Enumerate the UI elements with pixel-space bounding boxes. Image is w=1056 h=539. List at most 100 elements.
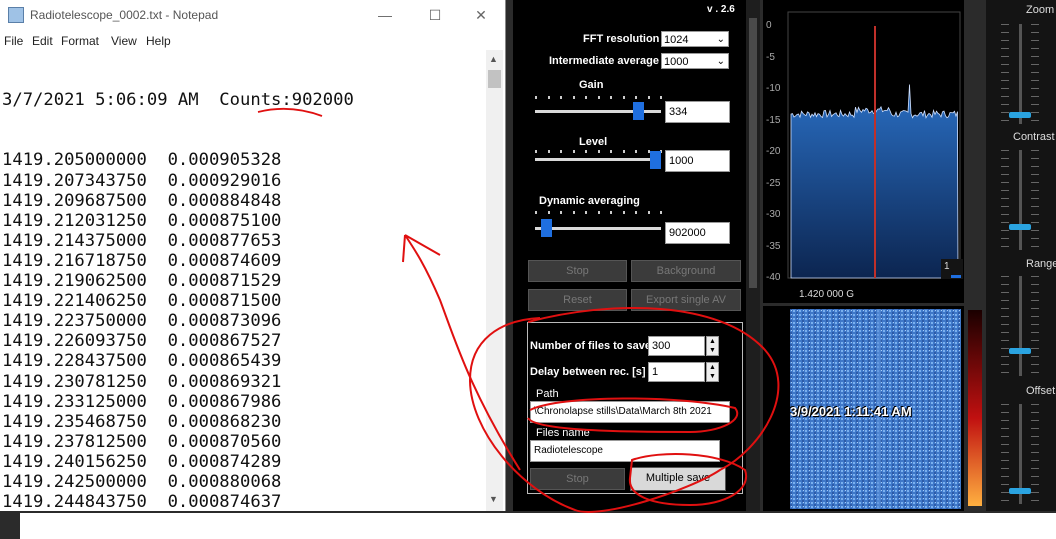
notepad-window: Radiotelescope_0002.txt - Notepad — ☐ ✕ … <box>0 0 506 511</box>
scroll-down-icon[interactable]: ▼ <box>489 494 498 504</box>
slider-tick <box>1001 190 1009 191</box>
maximize-button[interactable]: ☐ <box>420 4 450 26</box>
files-name-label: Files name <box>536 427 590 439</box>
zoom-slider-track[interactable] <box>1019 24 1022 124</box>
gain-ticks <box>535 96 663 102</box>
contrast-slider-track[interactable] <box>1019 150 1022 250</box>
scroll-up-icon[interactable]: ▲ <box>489 54 498 64</box>
slider-tick <box>1001 120 1009 121</box>
taskbar-strip <box>20 513 1056 539</box>
slider-tick <box>1031 112 1039 113</box>
slider-tick <box>1031 332 1039 333</box>
menu-help[interactable]: Help <box>146 34 171 48</box>
slider-tick <box>1031 104 1039 105</box>
spectrum-plot: 0 -5 -10 -15 -20 -25 -30 -35 -40 1.420 000 G 1 <box>763 0 964 303</box>
slider-tick <box>1001 198 1009 199</box>
slider-tick <box>572 150 575 153</box>
dynamic-averaging-value-field[interactable]: 902000 <box>665 222 730 244</box>
slider-tick <box>1031 420 1039 421</box>
slider-tick <box>1001 308 1009 309</box>
notepad-title-bar: Radiotelescope_0002.txt - Notepad — ☐ ✕ <box>0 0 505 30</box>
menu-edit[interactable]: Edit <box>32 34 53 48</box>
files-to-save-stepper[interactable]: ▲ ▼ <box>706 336 719 356</box>
gain-value-field[interactable]: 334 <box>665 101 730 123</box>
stop-button[interactable]: Stop <box>528 260 627 282</box>
files-to-save-field[interactable]: 300 <box>648 336 705 356</box>
slider-tick <box>1031 206 1039 207</box>
slider-tick <box>1001 206 1009 207</box>
slider-tick <box>1001 80 1009 81</box>
dynamic-averaging-slider-thumb[interactable] <box>540 219 552 237</box>
y-tick-label: 0 <box>766 20 772 31</box>
dynamic-averaging-slider-track[interactable] <box>535 227 661 230</box>
chevron-down-icon: ⌄ <box>716 34 725 45</box>
slider-tick <box>535 211 537 214</box>
menu-file[interactable]: File <box>4 34 23 48</box>
files-name-field[interactable]: Radiotelescope <box>530 440 720 462</box>
slider-tick <box>560 150 562 153</box>
path-field[interactable]: \Chronolapse stills\Data\March 8th 2021 <box>530 401 730 423</box>
menu-view[interactable]: View <box>111 34 137 48</box>
intermediate-average-select[interactable]: 1000 ⌄ <box>661 53 729 69</box>
delay-stepper[interactable]: ▲ ▼ <box>706 362 719 382</box>
y-tick-label: -30 <box>766 209 781 220</box>
slider-tick <box>1031 308 1039 309</box>
level-value-field[interactable]: 1000 <box>665 150 730 172</box>
vertical-scrollbar[interactable]: ▲ ▼ <box>486 50 503 511</box>
menu-format[interactable]: Format <box>61 34 99 48</box>
text-line: 1419.205000000 0.000905328 <box>2 150 282 171</box>
text-line: 1419.244843750 0.000874637 <box>2 492 282 511</box>
slider-tick <box>1001 372 1009 373</box>
slider-tick <box>1001 182 1009 183</box>
level-slider-thumb[interactable] <box>650 151 661 169</box>
slider-tick <box>585 211 587 214</box>
slider-tick <box>1001 158 1009 159</box>
slider-tick <box>1001 40 1009 41</box>
level-slider-track[interactable] <box>535 158 661 161</box>
text-line: 1419.237812500 0.000870560 <box>2 431 282 452</box>
scroll-thumb[interactable] <box>488 70 501 88</box>
slider-tick <box>1001 348 1009 349</box>
close-button[interactable]: ✕ <box>466 4 496 26</box>
slider-tick <box>1031 246 1039 247</box>
chevron-down-icon: ⌄ <box>716 56 725 67</box>
slider-tick <box>1001 324 1009 325</box>
slider-tick <box>1031 468 1039 469</box>
fft-resolution-select[interactable]: 1024 ⌄ <box>661 31 729 47</box>
slider-tick <box>1001 112 1009 113</box>
gain-label: Gain <box>579 79 604 91</box>
text-line: 1419.240156250 0.000874289 <box>2 451 282 472</box>
panel-scrollbar[interactable] <box>746 0 760 511</box>
delay-field[interactable]: 1 <box>648 362 705 382</box>
export-single-av-button[interactable]: Export single AV <box>631 289 741 311</box>
slider-tick <box>647 211 650 214</box>
text-area[interactable]: 3/7/2021 5:06:09 AM Counts:902000 1419.2… <box>2 50 486 511</box>
background-button[interactable]: Background <box>631 260 741 282</box>
reset-button[interactable]: Reset <box>528 289 627 311</box>
minimize-button[interactable]: — <box>370 4 400 26</box>
multiple-save-button[interactable]: Multiple save <box>630 467 726 491</box>
stop-multiple-button[interactable]: Stop <box>530 468 625 490</box>
slider-tick <box>1031 292 1039 293</box>
contrast-label: Contrast <box>1013 131 1055 143</box>
slider-tick <box>547 150 550 153</box>
contrast-slider-thumb[interactable] <box>1009 224 1031 230</box>
slider-tick <box>1001 174 1009 175</box>
zoom-slider-thumb[interactable] <box>1009 112 1031 118</box>
panel-scroll-thumb[interactable] <box>749 18 757 288</box>
text-line: 1419.242500000 0.000880068 <box>2 471 282 492</box>
header-line: 3/7/2021 5:06:09 AM Counts:902000 <box>2 90 354 111</box>
slider-tick <box>1031 198 1039 199</box>
range-slider-track[interactable] <box>1019 276 1022 376</box>
intermediate-average-label: Intermediate average <box>548 55 659 67</box>
slider-tick <box>597 150 600 153</box>
slider-tick <box>635 211 637 214</box>
slider-tick <box>1001 356 1009 357</box>
marker-box: 1 <box>941 259 963 279</box>
gain-slider-thumb[interactable] <box>632 102 644 120</box>
slider-tick <box>635 150 637 153</box>
range-slider-thumb[interactable] <box>1009 348 1031 354</box>
slider-tick <box>585 150 587 153</box>
slider-tick <box>1031 80 1039 81</box>
offset-slider-thumb[interactable] <box>1009 488 1031 494</box>
